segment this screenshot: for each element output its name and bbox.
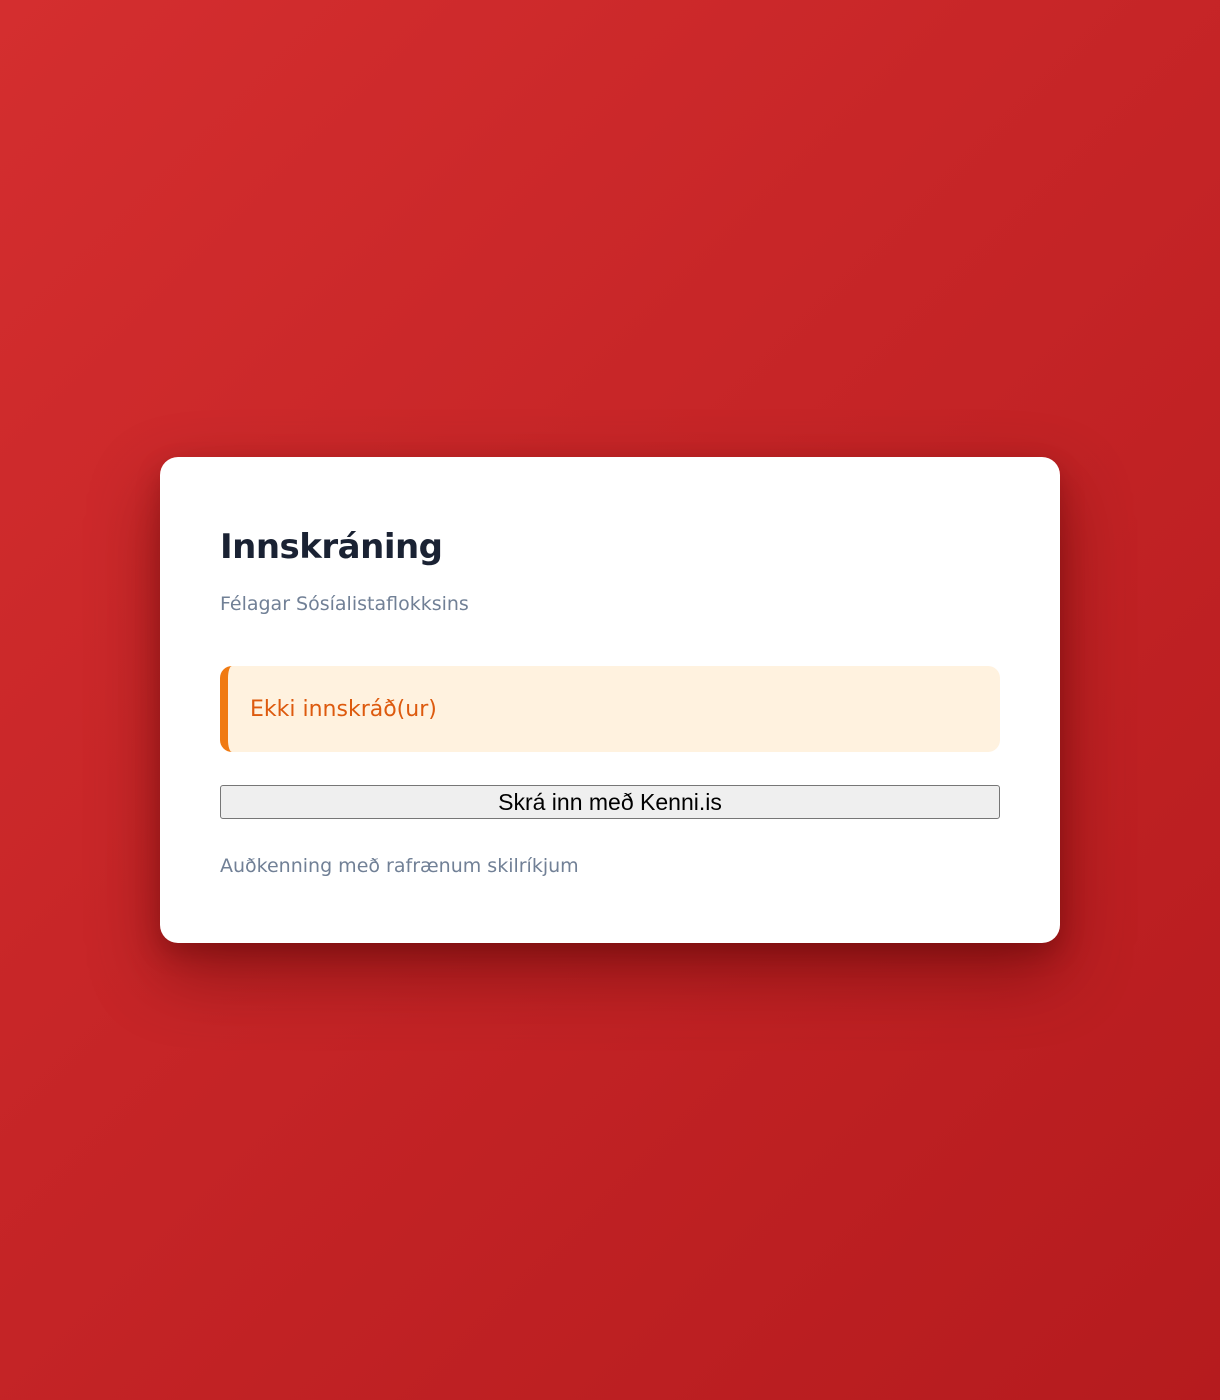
login-kenni-button[interactable]: Skrá inn með Kenni.is [220, 785, 1000, 819]
page-subtitle: Félagar Sósíalistaflokksins [220, 593, 469, 615]
page-title: Innskráning [220, 527, 443, 567]
login-card: Innskráning Félagar Sósíalistaflokksins … [160, 457, 1060, 943]
login-status-alert: Ekki innskráð(ur) [220, 666, 1000, 752]
auth-footnote: Auðkenning með rafrænum skilríkjum [220, 855, 579, 877]
login-status-text: Ekki innskráð(ur) [250, 696, 437, 722]
